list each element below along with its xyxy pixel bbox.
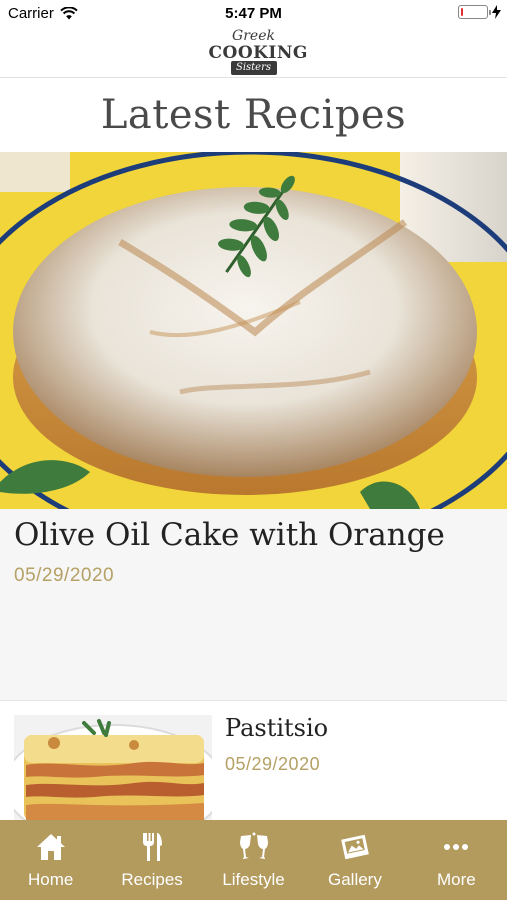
photos-icon (338, 830, 372, 864)
tab-more[interactable]: More (406, 820, 507, 900)
home-icon (34, 830, 68, 864)
app-header: Greek COOKING Sisters (0, 28, 507, 78)
tab-home[interactable]: Home (0, 820, 101, 900)
logo-line-sisters: Sisters (230, 60, 277, 75)
tab-more-label: More (436, 870, 476, 889)
fork-knife-icon (135, 830, 169, 864)
featured-recipe-title[interactable]: Olive Oil Cake with Orange (14, 517, 445, 553)
wine-glasses-icon (237, 830, 271, 864)
featured-recipe-date: 05/29/2020 (14, 565, 115, 586)
more-dots-icon (439, 830, 473, 864)
pastitsio-photo (14, 715, 212, 821)
brand-logo[interactable]: Greek COOKING Sisters (208, 27, 308, 78)
tab-gallery-label: Gallery (327, 870, 382, 889)
charging-bolt-icon (492, 5, 501, 19)
recipe-date: 05/29/2020 (225, 754, 321, 774)
status-time: 5:47 PM (225, 5, 282, 22)
recipe-thumbnail[interactable] (14, 715, 212, 821)
status-bar: Carrier 5:47 PM (0, 0, 507, 28)
recipe-title[interactable]: Pastitsio (225, 714, 328, 742)
logo-line-greek: Greek (232, 27, 275, 44)
tab-lifestyle[interactable]: Lifestyle (203, 820, 304, 900)
featured-recipe-card[interactable]: Olive Oil Cake with Orange 05/29/2020 (0, 152, 507, 700)
tab-home-label: Home (28, 870, 74, 889)
logo-line-cooking: COOKING (208, 42, 308, 63)
battery-level (461, 8, 463, 16)
tab-recipes[interactable]: Recipes (101, 820, 202, 900)
tab-lifestyle-label: Lifestyle (222, 870, 285, 889)
tab-recipes-label: Recipes (121, 870, 183, 889)
featured-recipe-image[interactable] (0, 152, 507, 509)
olive-oil-cake-photo (0, 152, 507, 509)
battery-icon (458, 5, 491, 19)
page-title: Latest Recipes (100, 92, 407, 138)
tab-gallery[interactable]: Gallery (304, 820, 405, 900)
status-right (458, 5, 501, 19)
recipe-list-item[interactable]: Pastitsio 05/29/2020 (0, 701, 507, 821)
tab-bar: Home Recipes Lifestyle Gallery More (0, 820, 507, 900)
